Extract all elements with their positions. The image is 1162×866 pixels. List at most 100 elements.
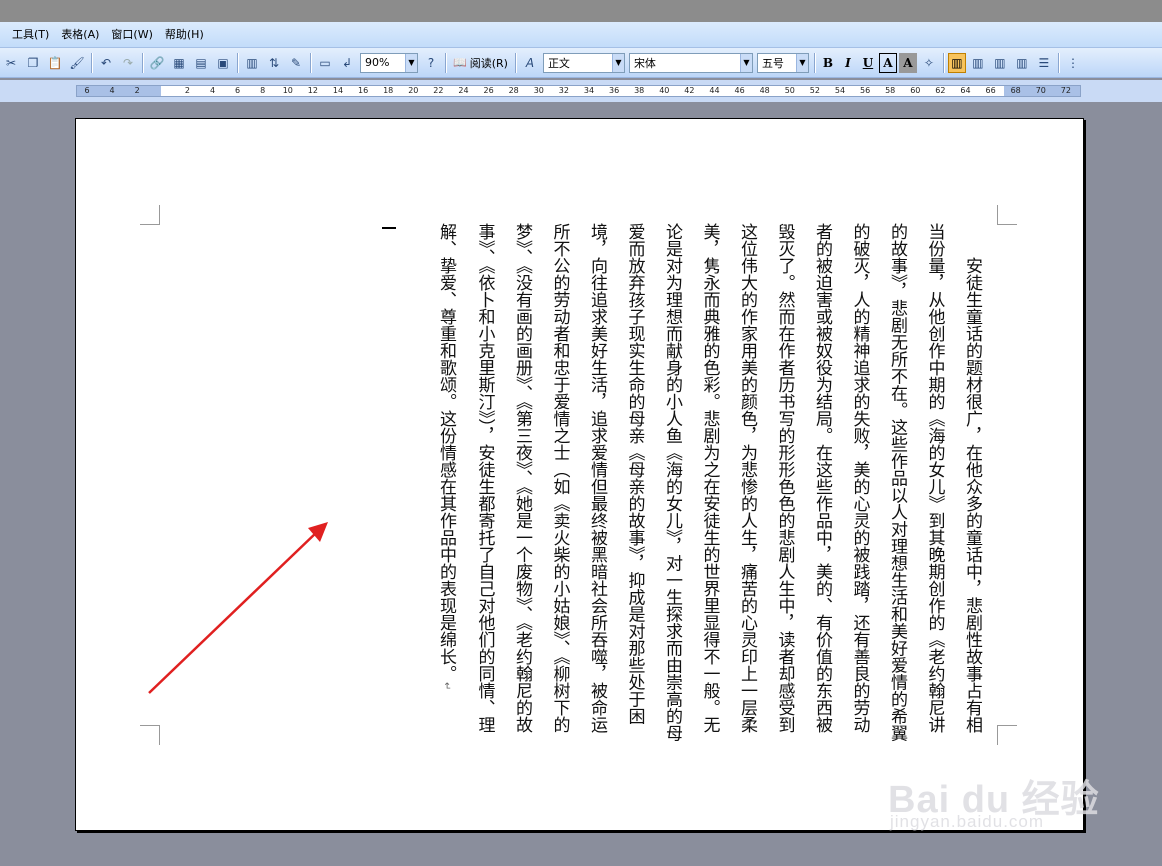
ruler-tick-label: 32	[558, 86, 569, 95]
ruler-tick-label: 66	[985, 86, 996, 95]
drawing-icon[interactable]: ✎	[286, 52, 306, 74]
ruler-tick-label: 24	[458, 86, 469, 95]
ruler-tick-label: 4	[109, 86, 115, 95]
ruler-tick-label: 70	[1035, 86, 1046, 95]
style-value: 正文	[547, 56, 570, 70]
ruler-tick-label: 68	[1010, 86, 1021, 95]
line-spacing-icon[interactable]: ☰	[1034, 52, 1054, 74]
copy-icon[interactable]: ❐	[23, 52, 43, 74]
vertical-text-body[interactable]: 安徒生童话的题材很广，在他众多的童话中，悲剧性故事占有相当份量，从他创作中期的《…	[406, 223, 990, 743]
ruler-tick-label: 2	[184, 86, 190, 95]
text-cursor	[382, 227, 396, 233]
menu-tools[interactable]: 工具(T)	[6, 25, 55, 45]
menu-bar: 工具(T) 表格(A) 窗口(W) 帮助(H)	[0, 22, 1162, 48]
ruler-tick-label: 44	[709, 86, 720, 95]
bold-button[interactable]: B	[819, 53, 837, 73]
ruler-tick-label: 52	[809, 86, 820, 95]
ruler-tick-label: 28	[508, 86, 519, 95]
redo-icon[interactable]: ↷	[118, 52, 138, 74]
show-hide-icon[interactable]: ↲	[337, 52, 357, 74]
document-map-icon[interactable]: ▭	[315, 52, 335, 74]
horizontal-ruler[interactable]: 6 4 2 2 4 6 8 10 12 14 16 18 20 22 24 26 28 30 32 34 36 38 40 4…	[0, 80, 1162, 102]
ruler-tick-label: 64	[960, 86, 971, 95]
ruler-tick-label: 10	[282, 86, 293, 95]
ruler-tick-label: 36	[609, 86, 620, 95]
italic-button[interactable]: I	[839, 53, 857, 73]
crop-mark-top-right	[997, 205, 1017, 225]
distributed-icon[interactable]: ▥	[1012, 52, 1032, 74]
toolbar-separator	[310, 52, 311, 73]
underline-button[interactable]: U	[859, 53, 877, 73]
text-direction-icon[interactable]: ⇅	[264, 52, 284, 74]
character-shading-button[interactable]: A	[898, 52, 917, 73]
toolbar-separator	[813, 52, 815, 73]
ruler-tick-label: 16	[358, 86, 369, 95]
chevron-down-icon[interactable]: ▼	[795, 53, 808, 72]
chevron-down-icon[interactable]: ▼	[405, 53, 417, 72]
toolbar-separator	[514, 52, 516, 73]
ruler-tick-label: 2	[134, 86, 140, 95]
title-strip	[0, 0, 1162, 22]
font-size-value: 五号	[761, 56, 784, 70]
toolbar-separator	[445, 52, 446, 73]
styles-pane-icon[interactable]: A	[520, 52, 540, 74]
crop-mark-bottom-right	[997, 725, 1017, 745]
ruler-tick-label: 54	[834, 86, 846, 95]
toolbar-separator	[91, 52, 92, 73]
ruler-tick-label: 62	[935, 86, 946, 95]
document-page[interactable]: 安徒生童话的题材很广，在他众多的童话中，悲剧性故事占有相当份量，从他创作中期的《…	[75, 118, 1084, 831]
zoom-value: 90%	[365, 56, 390, 69]
ruler-strip: 6 4 2 2 4 6 8 10 12 14 16 18 20 22 24 26 28 30 32 34 36 38 40 4…	[76, 85, 1081, 97]
zoom-select[interactable]: 90% ▼	[360, 52, 418, 73]
toolbar-separator	[237, 52, 238, 73]
font-value: 宋体	[633, 56, 656, 70]
toolbar-separator	[1057, 52, 1059, 73]
ruler-tick-label: 72	[1060, 86, 1071, 95]
read-label: 阅读(R)	[469, 56, 508, 70]
paste-icon[interactable]: 📋	[45, 52, 65, 74]
numbering-icon[interactable]: ⋮	[1063, 52, 1083, 74]
cut-icon[interactable]: ✂	[1, 52, 21, 74]
chevron-down-icon[interactable]: ▼	[611, 53, 624, 72]
ruler-tick-label: 4	[209, 86, 216, 95]
insert-excel-icon[interactable]: ▣	[213, 52, 233, 74]
format-painter-icon[interactable]: 🖌	[67, 52, 87, 74]
align-right-icon[interactable]: ▥	[990, 52, 1010, 74]
undo-icon[interactable]: ↶	[96, 52, 116, 74]
ruler-tick-label: 40	[659, 86, 670, 95]
help-icon[interactable]: ?	[421, 52, 441, 74]
columns-icon[interactable]: ▥	[242, 52, 262, 74]
toolbar-separator	[942, 52, 944, 73]
ruler-tick-label: 26	[483, 86, 494, 95]
paragraph-mark: ↵	[441, 682, 452, 691]
ruler-tick-label: 22	[433, 86, 444, 95]
character-border-button[interactable]: A	[878, 52, 897, 73]
highlight-icon[interactable]: ✧	[919, 52, 939, 74]
ruler-tick-label: 20	[408, 86, 419, 95]
insert-table-icon[interactable]: ▤	[191, 52, 211, 74]
font-select[interactable]: 宋体 ▼	[628, 52, 753, 73]
menu-window[interactable]: 窗口(W)	[105, 25, 158, 45]
ruler-tick-label: 12	[307, 86, 318, 95]
crop-mark-top-left	[140, 205, 160, 225]
ruler-tick-label: 46	[734, 86, 745, 95]
ruler-tick-label: 50	[784, 86, 795, 95]
font-size-select[interactable]: 五号 ▼	[756, 52, 809, 73]
hyperlink-icon[interactable]: 🔗	[147, 52, 167, 74]
tables-borders-icon[interactable]: ▦	[169, 52, 189, 74]
align-justify-button[interactable]: ▥	[947, 52, 966, 73]
align-center-icon[interactable]: ▥	[968, 52, 988, 74]
paragraph: 安徒生童话的题材很广，在他众多的童话中，悲剧性故事占有相当份量，从他创作中期的《…	[427, 223, 991, 743]
ruler-tick-label: 56	[860, 86, 871, 95]
menu-help[interactable]: 帮助(H)	[159, 25, 210, 45]
read-button[interactable]: 📖 阅读(R)	[449, 52, 512, 74]
watermark: Bai du 经验 jingyan.baidu.com	[888, 768, 1158, 838]
chevron-down-icon[interactable]: ▼	[739, 53, 752, 72]
ruler-tick-label: 30	[533, 86, 544, 95]
ruler-tick-label: 60	[910, 86, 921, 95]
ruler-tick-label: 14	[332, 86, 344, 95]
menu-table[interactable]: 表格(A)	[55, 25, 105, 45]
ruler-tick-label: 8	[260, 86, 266, 95]
style-select[interactable]: 正文 ▼	[542, 52, 625, 73]
paragraph-text: 安徒生童话的题材很广，在他众多的童话中，悲剧性故事占有相当份量，从他创作中期的《…	[436, 223, 982, 742]
